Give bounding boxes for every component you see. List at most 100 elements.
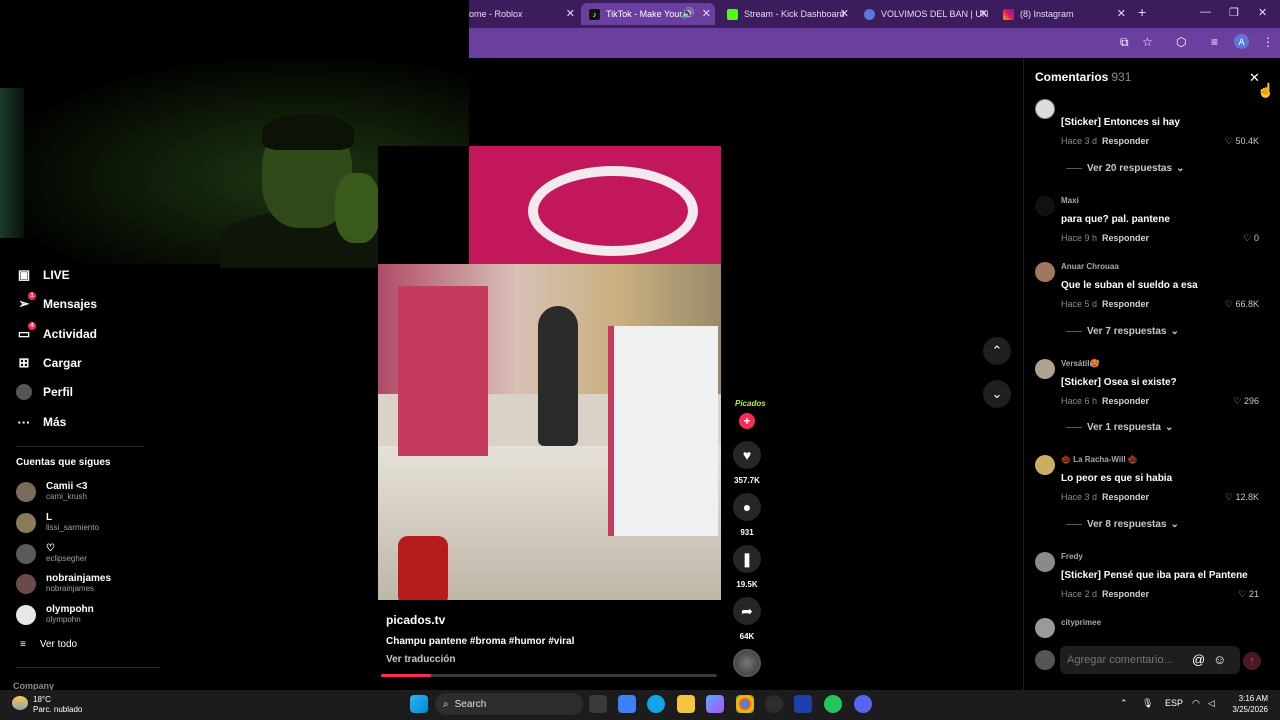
microphone-icon[interactable]: 🎙 [1142,698,1153,709]
see-all-link[interactable]: ≡ Ver todo [20,639,77,650]
like-button[interactable]: ♥ [733,441,761,469]
music-disc-icon[interactable] [733,649,761,677]
save-button[interactable]: ❚ [733,545,761,573]
whatsapp-icon[interactable] [824,695,842,713]
view-replies-button[interactable]: Ver 8 respuestas ⌄ [1066,519,1179,530]
chevron-up-icon[interactable]: ⌃ [1120,698,1128,709]
comment-like-button[interactable]: ♡ 21 [1238,589,1259,600]
windows-start-icon[interactable] [410,695,428,713]
tab-youtube[interactable]: VOLVIMOS DEL BAN | UN ✕ [858,3,992,25]
following-item[interactable]: ♡ eclipsegher [16,543,87,564]
view-replies-button[interactable]: Ver 20 respuestas ⌄ [1066,163,1184,174]
post-comment-button[interactable]: ↑ [1243,652,1261,670]
avatar[interactable] [1035,196,1055,216]
minimize-icon[interactable]: — [1200,6,1211,18]
profile-avatar[interactable]: A [1234,34,1249,49]
sidebar-item-mas[interactable]: ··· Más [16,414,67,430]
chrome-icon[interactable] [736,695,754,713]
comment-like-button[interactable]: ♡ 0 [1243,233,1259,244]
menu-dots-icon[interactable]: ⋮ [1262,35,1274,49]
comment-button[interactable]: ● [733,493,761,521]
following-item[interactable]: Camii <3 cami_krush [16,481,87,502]
video-progress-bar[interactable] [381,674,717,677]
tab-roblox[interactable]: ome - Roblox ✕ [469,3,579,25]
close-icon[interactable]: ✕ [702,7,711,20]
following-item[interactable]: nobrainjames nobrainjames [16,573,111,594]
discord-icon[interactable] [854,695,872,713]
weather-icon[interactable] [12,696,28,710]
close-icon[interactable]: ✕ [840,7,849,20]
copilot-icon[interactable] [706,695,724,713]
sidebar-item-live[interactable]: ▣ LIVE [16,267,70,283]
store-icon[interactable] [618,695,636,713]
author-avatar[interactable]: Picados [735,399,766,408]
avatar[interactable] [1035,262,1055,282]
emoji-icon[interactable]: ☺ [1213,652,1226,667]
view-replies-button[interactable]: Ver 1 respuesta ⌄ [1066,422,1173,433]
comment-user[interactable]: Fredy [1061,552,1083,561]
close-icon[interactable]: ✕ [1117,7,1126,20]
tab-tiktok[interactable]: ♪ TikTok - Make Your D 🔊 ✕ [581,3,715,25]
reply-button[interactable]: Responder [1102,136,1149,146]
clock-date[interactable]: 3/25/2026 [1223,705,1268,714]
avatar[interactable] [1035,618,1055,638]
clock-time[interactable]: 3:16 AM [1223,694,1268,703]
restore-icon[interactable]: ❐ [1229,6,1239,19]
edge-icon[interactable] [647,695,665,713]
taskbar-search[interactable]: ⌕ Search [435,693,583,715]
sidebar-item-perfil[interactable]: Perfil [16,384,73,400]
comment-like-button[interactable]: ♡ 296 [1233,396,1259,407]
share-button[interactable]: ➦ [733,597,761,625]
comment-user[interactable]: Maxi [1061,196,1079,205]
weather-temp[interactable]: 18°C [33,695,51,704]
following-item[interactable]: olympohn olympohn [16,604,94,625]
reply-button[interactable]: Responder [1102,233,1149,243]
reply-button[interactable]: Responder [1102,396,1149,406]
reply-button[interactable]: Responder [1102,299,1149,309]
reply-button[interactable]: Responder [1102,589,1149,599]
bookmark-star-icon[interactable]: ☆ [1142,35,1153,49]
sidebar-item-cargar[interactable]: ⊞ Cargar [16,355,82,371]
comment-user[interactable]: Anuar Chrouaa [1061,262,1119,271]
previous-video-button[interactable]: ⌃ [983,337,1011,365]
follow-button[interactable]: + [739,413,755,429]
close-icon[interactable]: ✕ [566,7,575,20]
mention-icon[interactable]: @ [1192,652,1205,667]
volume-icon[interactable]: ◁ [1208,698,1215,709]
video-player[interactable] [378,146,721,600]
sidebar-item-actividad[interactable]: ▭ 4 Actividad [16,322,97,342]
sidebar-item-mensajes[interactable]: ➢ 1 Mensajes [16,292,97,312]
task-view-icon[interactable] [589,695,607,713]
shield-app-icon[interactable] [794,695,812,713]
extensions-icon[interactable]: ⬡ [1176,35,1186,49]
close-window-icon[interactable]: ✕ [1258,6,1267,19]
comment-like-button[interactable]: ♡ 66.8K [1225,299,1259,310]
install-app-icon[interactable]: ⧉ [1120,35,1129,50]
language-indicator[interactable]: ESP [1165,698,1183,708]
weather-desc[interactable]: Parc. nublado [33,705,82,714]
view-replies-button[interactable]: Ver 7 respuestas ⌄ [1066,326,1179,337]
new-tab-button[interactable]: + [1138,4,1146,20]
avatar[interactable] [1035,99,1055,119]
obs-icon[interactable] [765,695,783,713]
avatar[interactable] [1035,552,1055,572]
avatar[interactable] [1035,455,1055,475]
avatar[interactable] [1035,359,1055,379]
file-explorer-icon[interactable] [677,695,695,713]
following-item[interactable]: Llissi_sarmiento [16,512,99,533]
comment-user[interactable]: 🌰 La Racha-Will 🌰 [1061,455,1138,464]
comment-like-button[interactable]: ♡ 50.4K [1225,136,1259,147]
tab-kick[interactable]: Stream - Kick Dashboard ✕ [719,3,853,25]
media-control-icon[interactable]: ≡ [1211,35,1218,49]
comment-like-button[interactable]: ♡ 12.8K [1225,492,1259,503]
close-icon[interactable]: ✕ [979,7,988,20]
video-author[interactable]: picados.tv [386,613,445,627]
tab-instagram[interactable]: (8) Instagram ✕ [997,3,1130,25]
comment-user[interactable]: Versátil🥵 [1061,359,1099,368]
translate-link[interactable]: Ver traducción [386,654,455,665]
next-video-button[interactable]: ⌄ [983,380,1011,408]
wifi-icon[interactable]: ◠ [1192,698,1200,709]
reply-button[interactable]: Responder [1102,492,1149,502]
speaker-icon[interactable]: 🔊 [681,7,695,20]
comment-user[interactable]: cityprimee [1061,618,1101,627]
